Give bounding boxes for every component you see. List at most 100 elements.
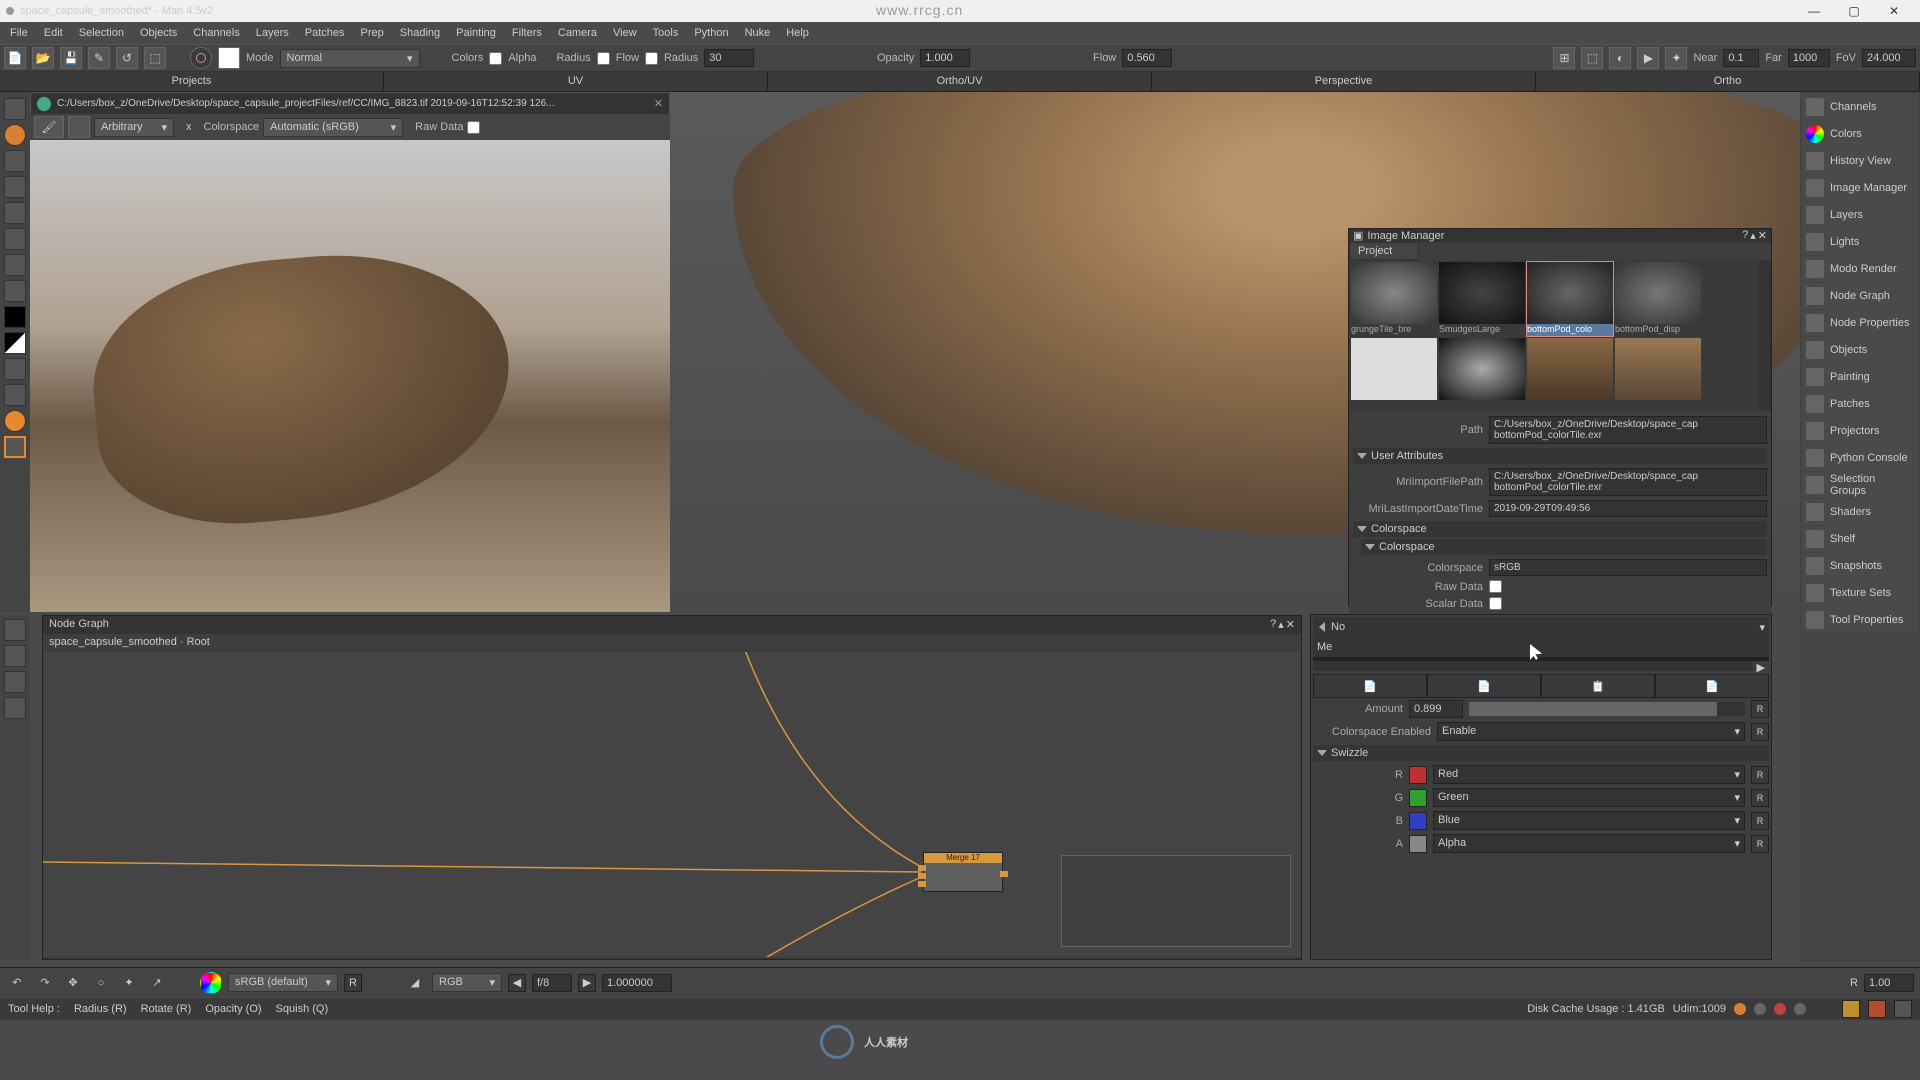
sidebar-item-channels[interactable]: Channels	[1802, 94, 1918, 120]
eraser-tool-icon[interactable]	[4, 254, 26, 276]
sidebar-item-lights[interactable]: Lights	[1802, 229, 1918, 255]
fov-input[interactable]	[1862, 49, 1916, 67]
menu-patches[interactable]: Patches	[299, 25, 351, 41]
menu-prep[interactable]: Prep	[355, 25, 390, 41]
opacity-input[interactable]	[920, 49, 970, 67]
sidebar-item-image-manager[interactable]: Image Manager	[1802, 175, 1918, 201]
ng-close-icon[interactable]: ✕	[1286, 618, 1295, 632]
status-btn-3[interactable]	[1894, 1000, 1912, 1018]
menu-channels[interactable]: Channels	[187, 25, 245, 41]
tab-perspective[interactable]: Perspective	[1152, 72, 1536, 91]
sidebar-item-nodeprops[interactable]: Node Properties	[1802, 310, 1918, 336]
ng-pin-icon[interactable]: ▴	[1278, 618, 1284, 632]
rect-paint-icon[interactable]	[4, 436, 26, 458]
mode-dropdown[interactable]: Normal▾	[280, 49, 420, 68]
bw-swatch-icon[interactable]	[4, 332, 26, 354]
vp-icon-3[interactable]: ◐	[1609, 47, 1631, 69]
im-cs-value[interactable]: sRGB	[1489, 559, 1767, 576]
sidebar-item-painting[interactable]: Painting	[1802, 364, 1918, 390]
panel-close-icon[interactable]: ✕	[1758, 229, 1767, 242]
lut-icon[interactable]: ◢	[404, 972, 426, 994]
sidebar-item-objects[interactable]: Objects	[1802, 337, 1918, 363]
menu-nuke[interactable]: Nuke	[739, 25, 777, 41]
prev-icon[interactable]: ◀	[508, 974, 526, 992]
ref-cs-dropdown[interactable]: Automatic (sRGB)▾	[263, 118, 403, 137]
tool-icon-3[interactable]: ⬚	[144, 47, 166, 69]
thumb-5[interactable]	[1351, 338, 1437, 410]
menu-python[interactable]: Python	[688, 25, 734, 41]
project-tab[interactable]: Project	[1349, 242, 1419, 260]
fstop-input[interactable]	[532, 974, 572, 992]
im-raw-checkbox[interactable]	[1489, 580, 1502, 593]
close-tab-icon[interactable]: ✕	[654, 97, 663, 110]
prop-btn-2[interactable]: 📄	[1427, 674, 1541, 698]
tab-ortho[interactable]: Ortho	[1536, 72, 1920, 91]
menu-file[interactable]: File	[4, 25, 34, 41]
move-tool-icon[interactable]	[4, 150, 26, 172]
prop-btn-1[interactable]: 📄	[1313, 674, 1427, 698]
minimize-button[interactable]: —	[1794, 0, 1834, 22]
ng-tool-4[interactable]	[4, 697, 26, 719]
arrow-tool-icon[interactable]	[4, 98, 26, 120]
paint-tool-icon[interactable]	[4, 410, 26, 432]
thumb-8[interactable]	[1615, 338, 1701, 410]
menu-help[interactable]: Help	[780, 25, 815, 41]
ng-tool-1[interactable]	[4, 619, 26, 641]
swz-a-dropdown[interactable]: Alpha▾	[1433, 834, 1745, 853]
menu-view[interactable]: View	[607, 25, 643, 41]
im-scalar-checkbox[interactable]	[1489, 597, 1502, 610]
sidebar-item-patches[interactable]: Patches	[1802, 391, 1918, 417]
tool-icon-1[interactable]: ✎	[88, 47, 110, 69]
sidebar-item-toolprops[interactable]: Tool Properties	[1802, 607, 1918, 633]
ref-icon-2[interactable]	[68, 116, 90, 138]
srgb-dropdown[interactable]: sRGB (default)▾	[228, 973, 338, 992]
reference-tab[interactable]: C:/Users/box_z/OneDrive/Desktop/space_ca…	[30, 92, 670, 114]
colorspace-header[interactable]: Colorspace	[1353, 521, 1767, 537]
close-button[interactable]: ✕	[1874, 0, 1914, 22]
star-icon[interactable]: ✦	[118, 972, 140, 994]
maximize-button[interactable]: ▢	[1834, 0, 1874, 22]
node-graph-canvas[interactable]: Merge 17	[43, 652, 1301, 957]
vp-icon-5[interactable]: ✦	[1665, 47, 1687, 69]
black-swatch-icon[interactable]	[4, 306, 26, 328]
prop-btn-4[interactable]: 📄	[1655, 674, 1769, 698]
arbitrary-dropdown[interactable]: Arbitrary▾	[94, 118, 174, 137]
sidebar-item-projectors[interactable]: Projectors	[1802, 418, 1918, 444]
save-icon[interactable]: 💾	[60, 47, 82, 69]
swz-r-dropdown[interactable]: Red▾	[1433, 765, 1745, 784]
gamma-input[interactable]	[602, 974, 672, 992]
target-tool-icon[interactable]	[4, 124, 26, 146]
rawdata-checkbox[interactable]	[467, 121, 480, 134]
undo-icon[interactable]: ↶	[6, 972, 28, 994]
swz-r-reset[interactable]: R	[1751, 766, 1769, 784]
menu-edit[interactable]: Edit	[38, 25, 69, 41]
next-icon[interactable]: ▶	[578, 974, 596, 992]
sidebar-item-shaders[interactable]: Shaders	[1802, 499, 1918, 525]
tab-uv[interactable]: UV	[384, 72, 768, 91]
sidebar-item-nodegraph[interactable]: Node Graph	[1802, 283, 1918, 309]
menu-camera[interactable]: Camera	[552, 25, 603, 41]
thumb-2[interactable]: SmudgesLarge	[1439, 262, 1525, 336]
thumb-scrollbar[interactable]	[1759, 260, 1771, 410]
color-swatch[interactable]	[218, 47, 240, 69]
sidebar-item-texsets[interactable]: Texture Sets	[1802, 580, 1918, 606]
sidebar-item-selgroups[interactable]: Selection Groups	[1802, 472, 1918, 498]
cse-dropdown[interactable]: Enable▾	[1437, 722, 1745, 741]
node-graph-minimap[interactable]	[1061, 855, 1291, 947]
sidebar-item-colors[interactable]: Colors	[1802, 121, 1918, 147]
alpha-checkbox[interactable]	[489, 52, 502, 65]
me-header[interactable]: Me	[1313, 637, 1769, 657]
new-file-icon[interactable]: 📄	[4, 47, 26, 69]
radius-input[interactable]	[704, 49, 754, 67]
radius-checkbox[interactable]	[645, 52, 658, 65]
line-tool-icon[interactable]	[4, 358, 26, 380]
prop-btn-3[interactable]: 📋	[1541, 674, 1655, 698]
node-header[interactable]: No▾	[1313, 617, 1769, 637]
paint-icon[interactable]: 🖌	[34, 116, 64, 138]
amount-reset[interactable]: R	[1751, 700, 1769, 718]
record-icon[interactable]	[190, 47, 212, 69]
ng-help-icon[interactable]: ?	[1270, 618, 1276, 632]
vp-icon-2[interactable]: ⬚	[1581, 47, 1603, 69]
arrow-icon[interactable]: ↗	[146, 972, 168, 994]
select-tool-icon[interactable]	[4, 202, 26, 224]
